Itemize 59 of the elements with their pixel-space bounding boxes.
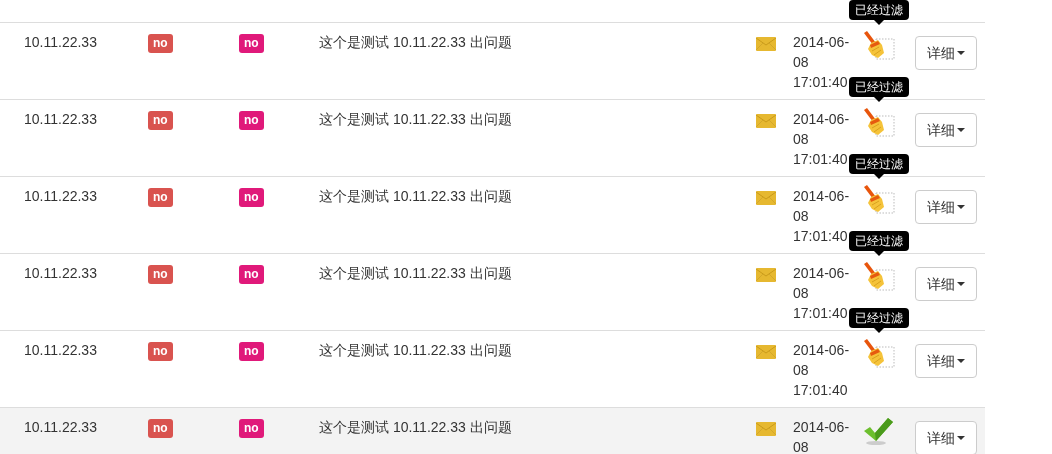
envelope-icon (756, 345, 776, 359)
tooltip: 已经过滤 (849, 231, 909, 256)
status-badge: no (239, 111, 264, 130)
message-text: 这个是测试 10.11.22.33 出问题 (319, 110, 513, 129)
details-dropdown-button[interactable]: 详细 (915, 113, 977, 147)
broom-icon[interactable] (862, 185, 896, 215)
tooltip: 已经过滤 (849, 154, 909, 179)
caret-icon (957, 436, 965, 440)
envelope-icon (756, 268, 776, 282)
tooltip: 已经过滤 (849, 0, 909, 25)
ip-address: 10.11.22.33 (24, 33, 98, 52)
status-badge: no (239, 342, 264, 361)
caret-icon (957, 359, 965, 363)
status-badge: no (239, 188, 264, 207)
timestamp: 2014-06-08 17:01:40 (793, 110, 851, 169)
caret-icon (957, 205, 965, 209)
checkmark-icon (862, 416, 894, 446)
timestamp: 2014-06-08 17:01:40 (793, 187, 851, 246)
message-text: 这个是测试 10.11.22.33 出问题 (319, 264, 513, 283)
status-badge: no (239, 34, 264, 53)
status-badge: no (148, 188, 173, 207)
caret-icon (957, 128, 965, 132)
envelope-icon (756, 422, 776, 436)
status-badge: no (239, 419, 264, 438)
details-dropdown-button[interactable]: 详细 (915, 36, 977, 70)
timestamp: 2014-06-08 17:01:40 (793, 341, 851, 400)
envelope-icon (756, 37, 776, 51)
ip-address: 10.11.22.33 (24, 110, 98, 129)
status-badge: no (148, 419, 173, 438)
broom-icon[interactable] (862, 262, 896, 292)
tooltip: 已经过滤 (849, 308, 909, 333)
broom-icon[interactable] (862, 108, 896, 138)
status-badge: no (148, 34, 173, 53)
status-badge: no (239, 265, 264, 284)
timestamp: 2014-06-08 17:01:40 (793, 33, 851, 92)
ip-address: 10.11.22.33 (24, 418, 98, 437)
caret-icon (957, 51, 965, 55)
ip-address: 10.11.22.33 (24, 341, 98, 360)
tooltip: 已经过滤 (849, 77, 909, 102)
timestamp: 2014-06-08 17:01:40 (793, 264, 851, 323)
caret-icon (957, 282, 965, 286)
details-dropdown-button[interactable]: 详细 (915, 190, 977, 224)
status-badge: no (148, 111, 173, 130)
envelope-icon (756, 114, 776, 128)
status-badge: no (148, 342, 173, 361)
message-text: 这个是测试 10.11.22.33 出问题 (319, 33, 513, 52)
message-text: 这个是测试 10.11.22.33 出问题 (319, 418, 513, 437)
message-text: 这个是测试 10.11.22.33 出问题 (319, 341, 513, 360)
ip-address: 10.11.22.33 (24, 264, 98, 283)
timestamp: 2014-06-08 (793, 418, 851, 454)
status-badge: no (148, 265, 173, 284)
broom-icon[interactable] (862, 339, 896, 369)
envelope-icon (756, 191, 776, 205)
broom-icon[interactable] (862, 31, 896, 61)
message-text: 这个是测试 10.11.22.33 出问题 (319, 187, 513, 206)
details-dropdown-button[interactable]: 详细 (915, 344, 977, 378)
details-dropdown-button[interactable]: 详细 (915, 267, 977, 301)
details-dropdown-button[interactable]: 详细 (915, 421, 977, 454)
ip-address: 10.11.22.33 (24, 187, 98, 206)
